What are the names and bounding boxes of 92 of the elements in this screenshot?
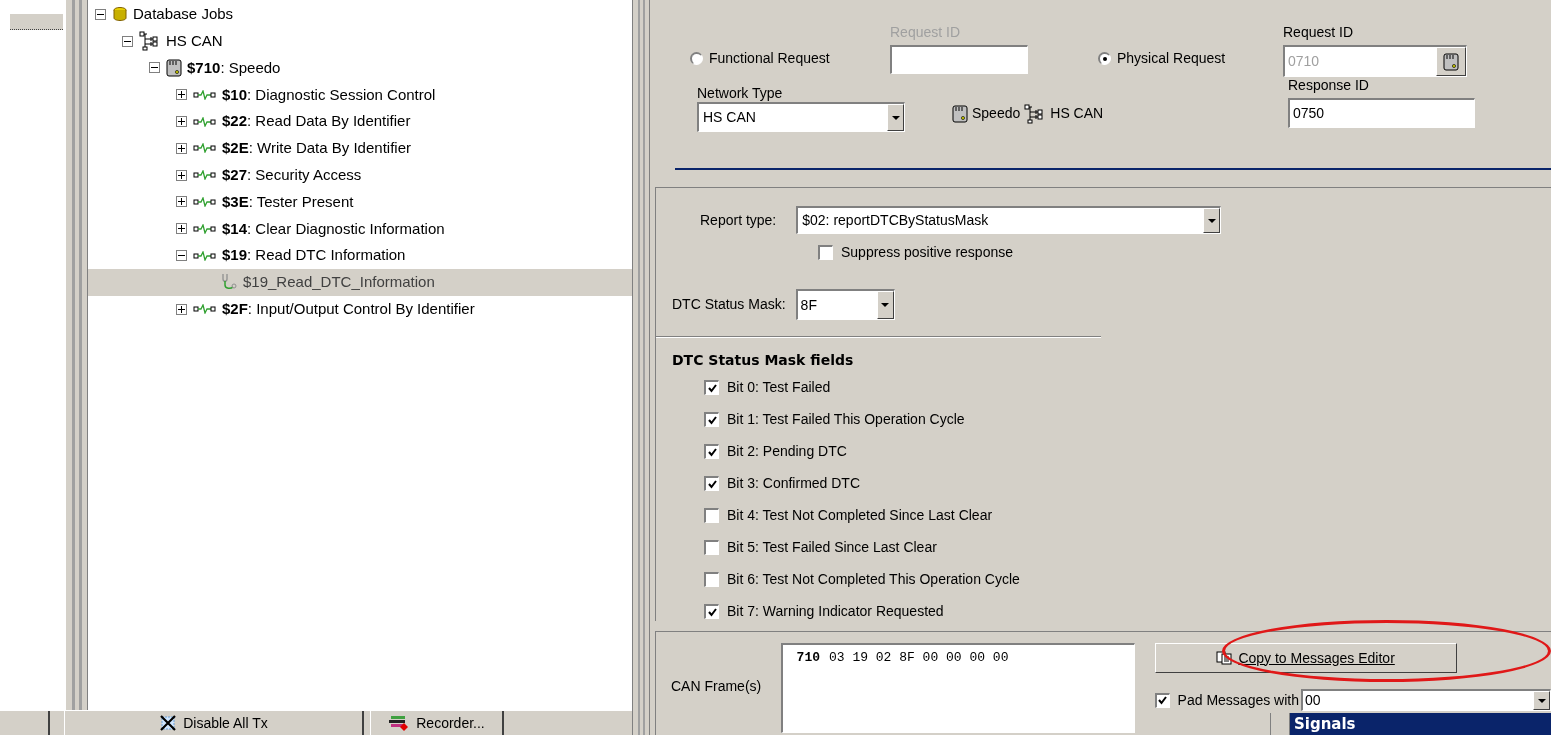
signal-icon bbox=[193, 143, 217, 154]
cross-icon bbox=[159, 715, 178, 731]
radio-button[interactable] bbox=[690, 52, 703, 65]
field-label: Response ID bbox=[1288, 76, 1370, 94]
section-heading: DTC Status Mask fields bbox=[672, 351, 855, 370]
collapse-icon[interactable] bbox=[95, 8, 106, 20]
tree-label: $19: Read DTC Information bbox=[222, 245, 406, 266]
ecu-icon bbox=[166, 59, 182, 77]
checkbox[interactable] bbox=[704, 380, 719, 395]
checkbox-label: Bit 7: Warning Indicator Requested bbox=[727, 602, 944, 621]
tree-label: $3E: Tester Present bbox=[222, 191, 354, 212]
splitter[interactable] bbox=[632, 0, 650, 735]
collapse-icon[interactable] bbox=[176, 250, 187, 262]
field-label: Network Type bbox=[697, 84, 784, 102]
network-name: HS CAN bbox=[1050, 104, 1104, 123]
expand-icon[interactable] bbox=[176, 142, 187, 154]
stethoscope-icon bbox=[220, 273, 238, 292]
tree-label: $27: Security Access bbox=[222, 164, 362, 185]
recorder-icon bbox=[388, 715, 411, 731]
field-label: DTC Status Mask: bbox=[672, 295, 786, 314]
radio-label: Functional Request bbox=[709, 49, 830, 68]
field-label: CAN Frame(s) bbox=[671, 677, 763, 696]
network-type-dropdown[interactable]: HS CAN bbox=[697, 102, 905, 132]
signal-icon bbox=[193, 116, 217, 127]
checkbox[interactable] bbox=[704, 476, 719, 491]
tree-label: Database Jobs bbox=[133, 4, 234, 25]
signal-icon bbox=[193, 89, 217, 100]
panel-tab[interactable] bbox=[10, 14, 63, 30]
signal-icon bbox=[193, 250, 217, 261]
radio-label: Physical Request bbox=[1117, 49, 1226, 68]
frame-id: 710 bbox=[796, 649, 820, 667]
pad-value-dropdown[interactable]: 00 bbox=[1301, 689, 1551, 711]
checkbox-label: Suppress positive response bbox=[841, 243, 1013, 262]
copy-to-messages-button[interactable]: Copy to Messages Editor bbox=[1154, 643, 1457, 673]
status-mask-dropdown[interactable]: 8F bbox=[795, 289, 895, 320]
checkbox[interactable] bbox=[818, 245, 833, 260]
toolbar-button[interactable]: Recorder... bbox=[370, 711, 504, 735]
tree-label: $10: Diagnostic Session Control bbox=[222, 84, 436, 105]
ecu-icon bbox=[952, 104, 968, 123]
tree-label: $22: Read Data By Identifier bbox=[222, 111, 411, 132]
request-id-field[interactable] bbox=[890, 45, 1028, 74]
expand-icon[interactable] bbox=[176, 303, 187, 315]
collapse-icon[interactable] bbox=[122, 35, 133, 47]
checkbox-label: Bit 4: Test Not Completed Since Last Clear bbox=[727, 506, 993, 525]
checkbox-label: Bit 0: Test Failed bbox=[727, 378, 831, 397]
tree-label: $14: Clear Diagnostic Information bbox=[222, 218, 445, 239]
tree-item[interactable]: $19_Read_DTC_Information bbox=[88, 268, 632, 296]
checkbox[interactable] bbox=[704, 508, 719, 523]
signal-icon bbox=[193, 196, 217, 207]
tree-label: $710: Speedo bbox=[187, 57, 281, 78]
frame-bytes: 03 19 02 8F 00 00 00 00 bbox=[829, 649, 1009, 667]
splitter[interactable] bbox=[65, 0, 88, 710]
radio-button[interactable] bbox=[1098, 52, 1111, 65]
expand-icon[interactable] bbox=[176, 223, 187, 235]
signal-icon bbox=[193, 223, 217, 234]
tree-label: $2F: Input/Output Control By Identifier bbox=[222, 298, 475, 319]
field-label: Report type: bbox=[700, 210, 777, 230]
checkbox[interactable] bbox=[704, 604, 719, 619]
checkbox[interactable] bbox=[704, 572, 719, 587]
checkbox[interactable] bbox=[1154, 692, 1170, 708]
tree-label: $2E: Write Data By Identifier bbox=[222, 138, 411, 159]
report-type-dropdown[interactable]: $02: reportDTCByStatusMask bbox=[796, 206, 1222, 234]
checkbox-label: Bit 5: Test Failed Since Last Clear bbox=[727, 538, 937, 557]
tree-label: HS CAN bbox=[166, 30, 223, 51]
checkbox-label: Bit 1: Test Failed This Operation Cycle bbox=[727, 410, 965, 429]
checkbox-label: Bit 6: Test Not Completed This Operation Cycle bbox=[727, 570, 1020, 589]
checkbox[interactable] bbox=[704, 412, 719, 427]
database-icon bbox=[112, 6, 128, 23]
collapse-icon[interactable] bbox=[149, 62, 160, 74]
ecu-icon bbox=[1443, 52, 1459, 71]
splitter[interactable] bbox=[1270, 713, 1290, 735]
signal-icon bbox=[193, 304, 217, 315]
expand-icon[interactable] bbox=[176, 116, 187, 128]
expand-icon[interactable] bbox=[176, 169, 187, 181]
toolbar-button[interactable]: Disable All Tx bbox=[64, 711, 364, 735]
network-icon bbox=[139, 31, 161, 52]
checkbox[interactable] bbox=[704, 444, 719, 459]
checkbox-label: Bit 3: Confirmed DTC bbox=[727, 474, 861, 493]
signals-panel-header: Signals bbox=[1290, 713, 1551, 735]
response-id-field[interactable]: 0750 bbox=[1288, 98, 1475, 128]
tree-label: $19_Read_DTC_Information bbox=[243, 272, 435, 293]
field-label: Request ID bbox=[1283, 23, 1355, 42]
checkbox-label: Pad Messages with bbox=[1177, 690, 1299, 710]
signal-icon bbox=[193, 170, 217, 181]
checkbox[interactable] bbox=[704, 540, 719, 555]
checkbox-label: Bit 2: Pending DTC bbox=[727, 442, 847, 461]
expand-icon[interactable] bbox=[176, 89, 187, 101]
ecu-picker-button[interactable] bbox=[1436, 47, 1466, 76]
can-frame-box[interactable]: 710 03 19 02 8F 00 00 00 00 bbox=[780, 643, 1135, 733]
ecu-name: Speedo bbox=[972, 104, 1021, 123]
copy-icon bbox=[1216, 651, 1233, 665]
expand-icon[interactable] bbox=[176, 196, 187, 208]
